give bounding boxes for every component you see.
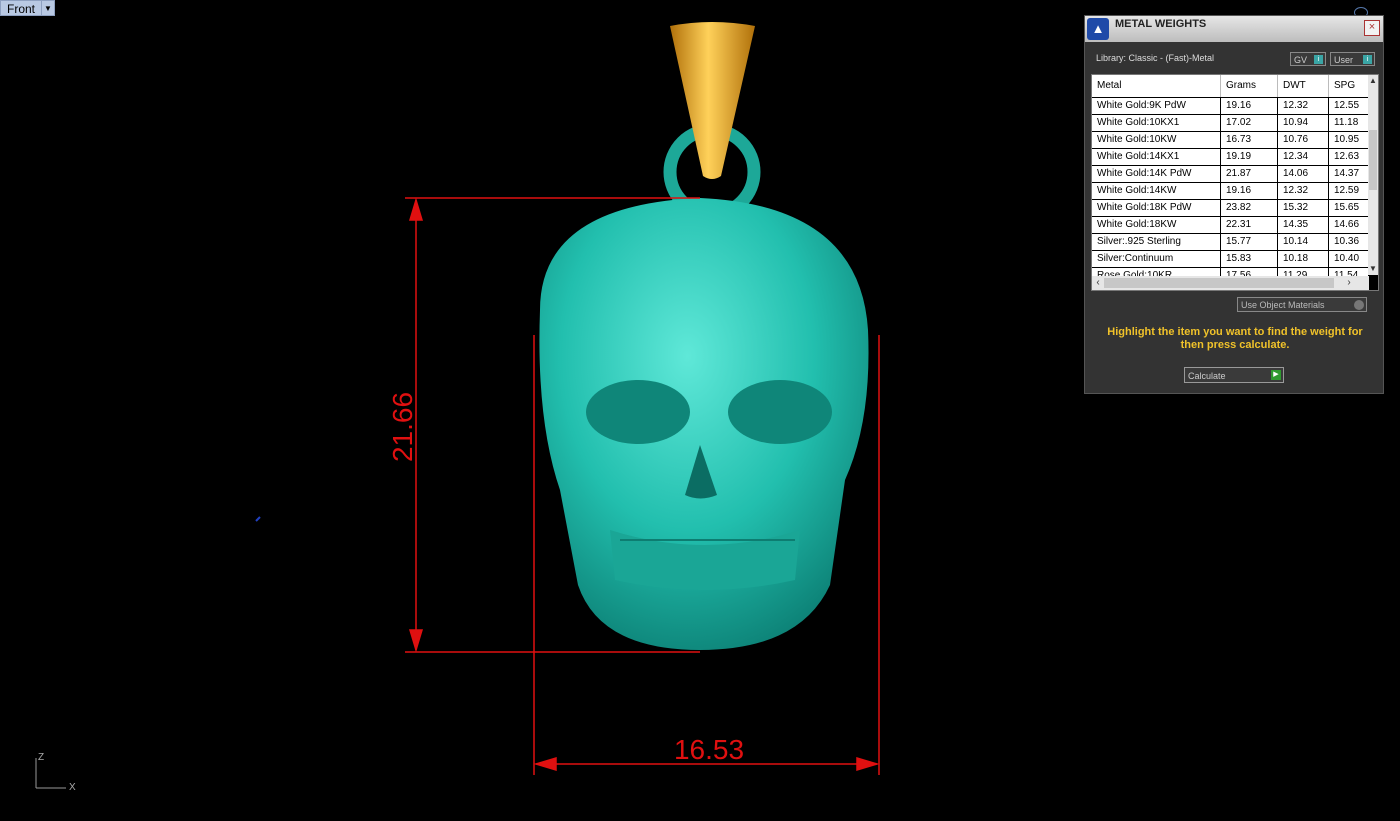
cell-metal: White Gold:10KX1 [1092,115,1221,131]
table-row[interactable]: White Gold:9K PdW 19.16 12.32 12.55 [1092,98,1369,115]
calculate-label: Calculate [1188,371,1226,381]
table-row[interactable]: White Gold:18K PdW 23.82 15.32 15.65 [1092,200,1369,217]
cell-spg: 10.36 [1329,234,1369,250]
cell-grams: 17.02 [1221,115,1278,131]
axis-x-label: X [69,782,76,793]
info-icon: i [1314,55,1323,64]
cell-metal: White Gold:18K PdW [1092,200,1221,216]
cell-grams: 23.82 [1221,200,1278,216]
library-label: Library: Classic - (Fast)-Metal [1096,53,1215,63]
scroll-thumb[interactable] [1369,130,1377,190]
cell-dwt: 12.32 [1278,98,1329,114]
cell-spg: 12.55 [1329,98,1369,114]
cell-spg: 12.63 [1329,149,1369,165]
table-row[interactable]: White Gold:10KW 16.73 10.76 10.95 [1092,132,1369,149]
cell-metal: White Gold:9K PdW [1092,98,1221,114]
instruction-text: Highlight the item you want to find the … [1107,326,1363,351]
close-icon[interactable]: × [1364,20,1380,36]
cell-dwt: 14.06 [1278,166,1329,182]
metal-weights-panel: ▲ METAL WEIGHTS × Library: Classic - (Fa… [1084,15,1384,394]
table-row[interactable]: White Gold:18KW 22.31 14.35 14.66 [1092,217,1369,234]
table-row[interactable]: White Gold:14KX1 19.19 12.34 12.63 [1092,149,1369,166]
metal-table[interactable]: Metal Grams DWT SPG White Gold:9K PdW 19.… [1091,74,1379,291]
cell-spg: 15.65 [1329,200,1369,216]
scroll-down-icon[interactable]: ▼ [1368,263,1378,275]
user-button[interactable]: User i [1330,52,1375,66]
cell-dwt: 12.32 [1278,183,1329,199]
material-option-select[interactable]: Use Object Materials [1237,297,1367,312]
skull-model [539,198,869,650]
cell-spg: 11.18 [1329,115,1369,131]
table-row[interactable]: Silver:Continuum 15.83 10.18 10.40 [1092,251,1369,268]
cell-grams: 21.87 [1221,166,1278,182]
table-row[interactable]: Silver:.925 Sterling 15.77 10.14 10.36 [1092,234,1369,251]
vertical-scrollbar[interactable]: ▲ ▼ [1368,75,1378,275]
cell-spg: 14.37 [1329,166,1369,182]
column-header-grams[interactable]: Grams [1221,75,1278,97]
cell-grams: 15.83 [1221,251,1278,267]
column-header-metal[interactable]: Metal [1092,75,1221,97]
cell-dwt: 10.18 [1278,251,1329,267]
cell-grams: 19.16 [1221,183,1278,199]
matrix-logo-icon: ▲ [1087,18,1109,40]
cell-metal: Silver:.925 Sterling [1092,234,1221,250]
cell-dwt: 15.32 [1278,200,1329,216]
cell-spg: 10.95 [1329,132,1369,148]
play-arrow-icon: ▶ [1271,370,1281,380]
table-header: Metal Grams DWT SPG [1092,75,1369,97]
cell-grams: 19.19 [1221,149,1278,165]
cell-metal: White Gold:18KW [1092,217,1221,233]
cell-spg: 10.40 [1329,251,1369,267]
height-dimension-label: 21.66 [387,392,418,462]
cell-grams: 22.31 [1221,217,1278,233]
user-label: User [1334,55,1354,65]
cell-metal: Silver:Continuum [1092,251,1221,267]
cell-spg: 12.59 [1329,183,1369,199]
cell-dwt: 14.35 [1278,217,1329,233]
table-body: White Gold:9K PdW 19.16 12.32 12.55 White Go… [1092,98,1369,285]
column-header-spg[interactable]: SPG [1329,75,1369,97]
cell-grams: 16.73 [1221,132,1278,148]
horizontal-scrollbar[interactable]: ‹ › [1092,276,1369,290]
scroll-left-icon[interactable]: ‹ [1092,276,1104,290]
calculate-button[interactable]: Calculate ▶ [1184,367,1284,383]
cell-metal: White Gold:10KW [1092,132,1221,148]
cell-spg: 14.66 [1329,217,1369,233]
column-header-dwt[interactable]: DWT [1278,75,1329,97]
cell-metal: White Gold:14KW [1092,183,1221,199]
gv-label: GV [1294,55,1308,65]
panel-title: METAL WEIGHTS [1115,18,1207,30]
option-toggle-icon[interactable] [1354,300,1364,310]
cell-dwt: 10.76 [1278,132,1329,148]
scroll-right-icon[interactable]: › [1343,276,1355,290]
cell-grams: 19.16 [1221,98,1278,114]
table-row[interactable]: White Gold:14KW 19.16 12.32 12.59 [1092,183,1369,200]
cell-dwt: 10.94 [1278,115,1329,131]
cell-metal: White Gold:14K PdW [1092,166,1221,182]
gv-button[interactable]: GV i [1290,52,1326,66]
panel-header[interactable]: ▲ METAL WEIGHTS × [1085,16,1383,42]
table-row[interactable]: White Gold:10KX1 17.02 10.94 11.18 [1092,115,1369,132]
cell-grams: 15.77 [1221,234,1278,250]
scroll-up-icon[interactable]: ▲ [1368,75,1378,87]
pendant-bail [670,22,755,179]
table-row[interactable]: White Gold:14K PdW 21.87 14.06 14.37 [1092,166,1369,183]
scroll-thumb-horizontal[interactable] [1104,278,1334,288]
cell-metal: White Gold:14KX1 [1092,149,1221,165]
material-option-label: Use Object Materials [1241,300,1325,310]
axis-indicator: Z X [35,752,76,793]
cell-dwt: 10.14 [1278,234,1329,250]
cell-dwt: 12.34 [1278,149,1329,165]
info-icon: i [1363,55,1372,64]
viewport-scene[interactable]: 21.66 16.53 [0,0,1084,821]
cursor-mark [255,516,261,522]
axis-z-label: Z [38,752,44,763]
width-dimension-label: 16.53 [674,734,744,765]
